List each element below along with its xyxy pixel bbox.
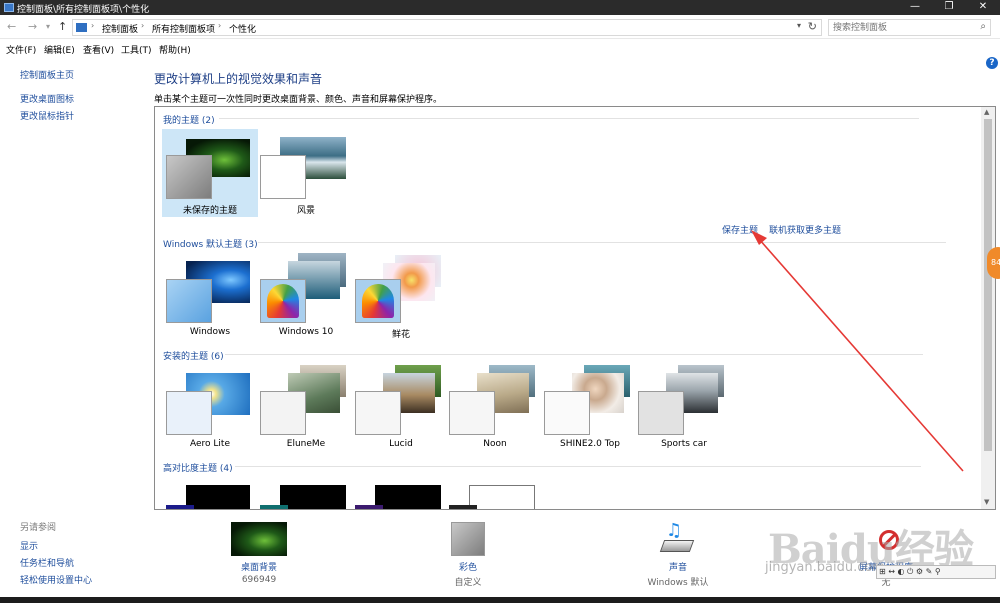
control-panel-icon: [76, 23, 87, 32]
recent-dropdown-icon[interactable]: ▾: [46, 22, 50, 31]
menu-bar: 文件(F) 编辑(E) 查看(V) 工具(T) 帮助(H): [0, 40, 1000, 56]
floating-side-button[interactable]: 84: [987, 247, 1000, 279]
sound-label: 声音: [668, 563, 687, 573]
menu-file[interactable]: 文件(F): [6, 43, 36, 56]
up-arrow-icon[interactable]: ↑: [58, 20, 67, 33]
see-also-title: 另请参阅: [20, 523, 57, 533]
baidu-watermark-url: jingyan.baidu.com: [765, 560, 885, 575]
sidebar-control-panel-home[interactable]: 控制面板主页: [20, 68, 74, 81]
sound-value: Windows 默认: [647, 578, 709, 588]
color-swatch: [451, 522, 485, 556]
see-also-taskbar[interactable]: 任务栏和导航: [20, 556, 74, 569]
see-also-ease-of-access[interactable]: 轻松使用设置中心: [20, 573, 92, 586]
restore-button[interactable]: ❐: [932, 0, 966, 15]
annotation-arrow: [751, 230, 964, 472]
desktop-background-thumbnail: [231, 522, 287, 556]
breadcrumb-all-items[interactable]: 所有控制面板项: [152, 22, 215, 35]
control-panel-icon: [4, 3, 14, 12]
close-button[interactable]: ✕: [966, 0, 1000, 15]
help-icon[interactable]: ?: [986, 57, 998, 69]
search-input[interactable]: [833, 22, 973, 34]
menu-tools[interactable]: 工具(T): [121, 43, 152, 56]
sidebar-change-desktop-icons[interactable]: 更改桌面图标: [20, 92, 74, 105]
menu-help[interactable]: 帮助(H): [159, 43, 191, 56]
address-bar: ← → ▾ ↑ › 控制面板 › 所有控制面板项 › 个性化 ▾ ↻ ⌕: [0, 15, 1000, 39]
desktop-background-value: 696949: [241, 575, 277, 585]
breadcrumb-personalization[interactable]: 个性化: [229, 22, 256, 35]
chevron-right-icon[interactable]: ›: [141, 21, 144, 30]
forward-arrow-icon[interactable]: →: [28, 20, 37, 33]
sound-setting[interactable]: ♫ 声音 Windows 默认: [640, 522, 716, 589]
page-title: 更改计算机上的视觉效果和声音: [154, 72, 323, 86]
page-description: 单击某个主题可一次性同时更改桌面背景、颜色、声音和屏幕保护程序。: [154, 95, 443, 105]
chevron-right-icon[interactable]: ›: [218, 21, 221, 30]
chevron-down-icon[interactable]: ▾: [797, 21, 801, 30]
theme-list-panel[interactable]: 我的主题 (2) 未保存的主题 风景 保存主题 联机获取更多主题 Windows…: [154, 106, 996, 510]
taskbar: [0, 597, 1000, 603]
breadcrumb[interactable]: › 控制面板 › 所有控制面板项 › 个性化 ▾ ↻: [72, 19, 822, 36]
color-setting[interactable]: 彩色 自定义: [436, 522, 500, 588]
sound-icon: ♫: [658, 522, 698, 556]
mini-toolbar[interactable]: ⊞ ↔ ◐ ⏻ ⚙ ✎ ⚲: [876, 565, 996, 579]
chevron-right-icon[interactable]: ›: [91, 21, 94, 30]
see-also-display[interactable]: 显示: [20, 539, 38, 552]
back-arrow-icon[interactable]: ←: [7, 20, 16, 33]
color-label: 彩色: [458, 563, 477, 573]
color-value: 自定义: [454, 578, 482, 588]
minimize-button[interactable]: —: [898, 0, 932, 15]
breadcrumb-control-panel[interactable]: 控制面板: [102, 22, 138, 35]
search-box[interactable]: ⌕: [828, 19, 991, 36]
desktop-background-label: 桌面背景: [240, 563, 277, 573]
sidebar-change-mouse-pointer[interactable]: 更改鼠标指针: [20, 109, 74, 122]
menu-edit[interactable]: 编辑(E): [44, 43, 75, 56]
title-bar: 控制面板\所有控制面板项\个性化 — ❐ ✕: [0, 0, 1000, 15]
window-title: 控制面板\所有控制面板项\个性化: [17, 5, 150, 15]
menu-view[interactable]: 查看(V): [83, 43, 114, 56]
desktop-background-setting[interactable]: 桌面背景 696949: [226, 522, 292, 585]
search-icon[interactable]: ⌕: [980, 21, 986, 32]
refresh-icon[interactable]: ↻: [808, 20, 817, 33]
